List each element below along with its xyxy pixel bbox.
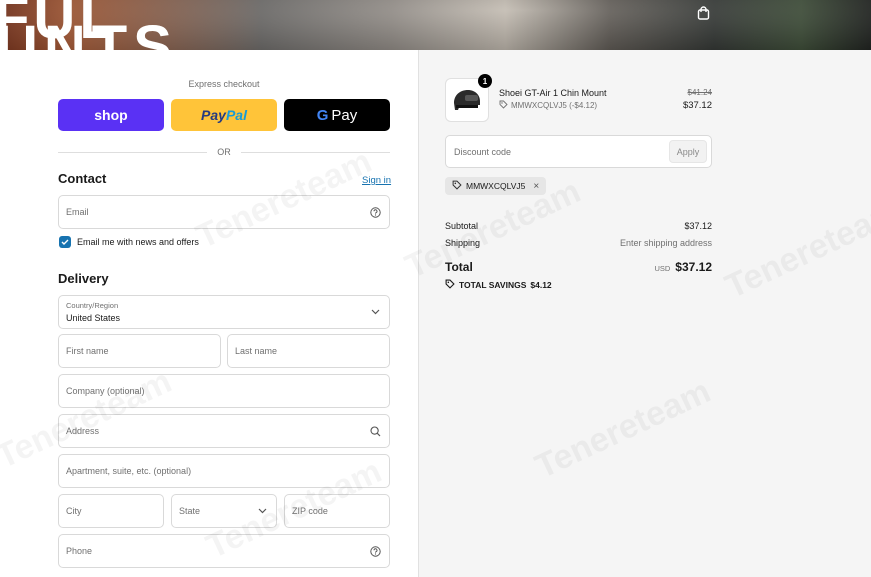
address-field[interactable]: Address [58, 414, 390, 448]
product-name: Shoei GT-Air 1 Chin Mount [499, 88, 607, 98]
shop-pay-button[interactable]: shop [58, 99, 164, 131]
country-select[interactable]: Country/Region United States [58, 295, 390, 329]
tag-icon [499, 100, 508, 111]
header-banner: FUL UNTS [0, 0, 871, 50]
first-name-field[interactable]: First name [58, 334, 221, 368]
search-icon [369, 425, 381, 437]
discount-code-field[interactable]: Discount code Apply [445, 135, 712, 168]
checkout-form-panel: Express checkout shop Pay Pal G Pay OR Con… [0, 50, 418, 577]
order-summary-panel: 1 Shoei GT-Air 1 Chin Mount MMWXCQLVJ5 (… [400, 50, 871, 577]
remove-discount-icon[interactable]: × [533, 181, 539, 192]
google-g-icon: G [316, 106, 329, 124]
company-field[interactable]: Company (optional) [58, 374, 390, 408]
watermark: Tenereteam [720, 192, 871, 307]
apply-button[interactable]: Apply [669, 140, 707, 163]
tag-icon [445, 279, 455, 291]
google-pay-button[interactable]: G Pay [284, 99, 390, 131]
state-select[interactable]: State [171, 494, 277, 528]
delivery-heading: Delivery [58, 271, 109, 286]
zip-field[interactable]: ZIP code [284, 494, 390, 528]
applied-discount-tag: MMWXCQLVJ5 × [445, 177, 547, 195]
total-savings: TOTAL SAVINGS $4.12 [445, 279, 552, 291]
watermark: Tenereteam [530, 372, 717, 487]
contact-heading: Contact [58, 171, 107, 186]
apartment-field[interactable]: Apartment, suite, etc. (optional) [58, 454, 390, 488]
or-divider: OR [58, 146, 390, 158]
shopping-bag-icon[interactable] [694, 4, 712, 22]
quantity-badge: 1 [478, 74, 492, 88]
newsletter-label: Email me with news and offers [77, 237, 199, 247]
help-circle-icon[interactable] [369, 206, 381, 218]
subtotal-row: Subtotal $37.12 [445, 221, 712, 231]
city-field[interactable]: City [58, 494, 164, 528]
banner-text-bottom: UNTS [0, 14, 178, 51]
product-discount: MMWXCQLVJ5 (-$4.12) [499, 100, 597, 111]
express-checkout-label: Express checkout [188, 79, 260, 89]
item-price: $37.12 [682, 100, 712, 111]
original-price: $41.24 [687, 88, 712, 97]
shipping-row: Shipping Enter shipping address [445, 238, 712, 248]
chevron-down-icon [256, 505, 268, 517]
email-field[interactable]: Email [58, 195, 390, 229]
newsletter-checkbox[interactable] [59, 236, 71, 248]
last-name-field[interactable]: Last name [227, 334, 390, 368]
total-row: Total USD $37.12 [445, 260, 712, 274]
sign-in-link[interactable]: Sign in [362, 175, 391, 186]
paypal-button[interactable]: Pay Pal [171, 99, 277, 131]
phone-field[interactable]: Phone [58, 534, 390, 568]
chevron-down-icon [369, 306, 381, 318]
tag-icon [452, 180, 462, 192]
help-circle-icon[interactable] [369, 545, 381, 557]
